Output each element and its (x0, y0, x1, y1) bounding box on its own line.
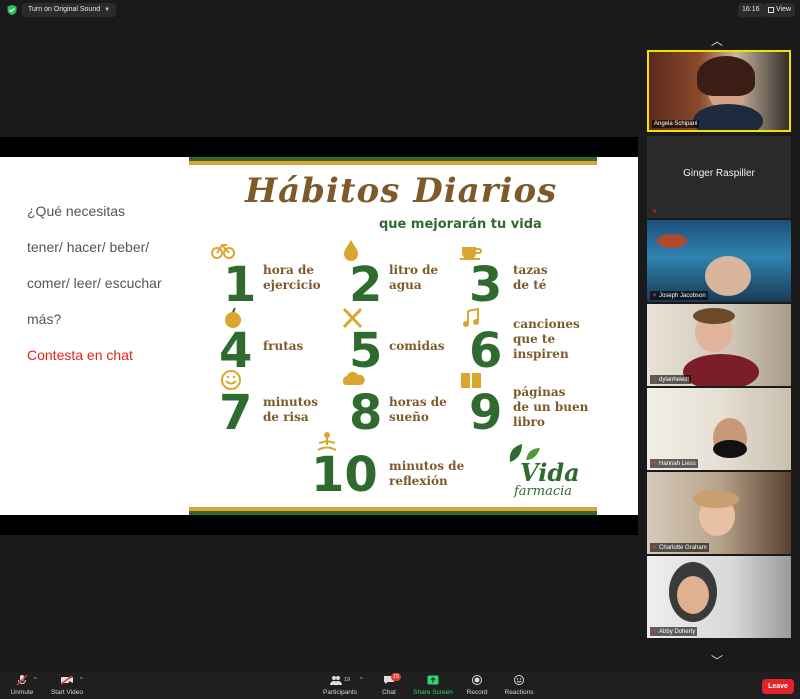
video-options-caret-icon[interactable]: ^ (80, 677, 83, 683)
habit-number: 7 (219, 385, 253, 441)
habit-label: páginas de un buen libro (513, 385, 589, 429)
habit-number: 4 (219, 323, 253, 379)
participant-name: ✕ Charlotte Graham (650, 543, 709, 552)
grid-icon (768, 7, 774, 13)
muted-mic-icon: ✕ (652, 629, 658, 635)
chat-prompt: Contesta en chat (27, 347, 133, 363)
reactions-label: Reactions (504, 689, 534, 696)
muted-mic-icon: ✕ (652, 461, 658, 467)
participant-tile[interactable]: ✕ Charlotte Graham (647, 472, 791, 554)
participants-button[interactable]: 19 Participants (320, 672, 360, 699)
muted-mic-icon: ✕ (652, 545, 658, 551)
shield-check-icon[interactable] (6, 4, 18, 16)
share-screen-icon (427, 675, 439, 685)
share-screen-label: Share Screen (413, 689, 453, 696)
participant-tile[interactable]: ✕ Joseph Jacobson (647, 220, 791, 302)
start-video-label: Start Video (50, 689, 84, 696)
shared-screen: ¿Qué necesitas tener/ hacer/ beber/ come… (0, 137, 638, 535)
question-line-4: más? (27, 311, 62, 327)
habit-label: tazas de té (513, 263, 548, 292)
participant-tile[interactable]: ✕ dylanhewitt (647, 304, 791, 386)
reactions-button[interactable]: Reactions (502, 672, 536, 699)
zoom-meeting-window: Turn on Original Sound ▼ 16:16 View ¿Qué… (0, 0, 800, 699)
poster-subtitle: que mejorarán tu vida (379, 217, 542, 232)
logo-sub-text: farmacia (514, 484, 573, 499)
participant-big-name: Ginger Raspiller (683, 168, 755, 179)
muted-mic-icon: ✕ (652, 377, 658, 383)
meeting-time: 16:16 (738, 3, 764, 17)
slide: ¿Qué necesitas tener/ hacer/ beber/ come… (0, 157, 638, 515)
view-button[interactable]: View (764, 3, 796, 17)
habits-poster: Hábitos Diarios que mejorarán tu vida 1 … (189, 157, 597, 515)
vida-farmacia-logo: Vida farmacia (504, 442, 584, 502)
record-button[interactable]: Record (464, 672, 490, 699)
habit-label: frutas (263, 339, 304, 353)
leave-button[interactable]: Leave (762, 679, 794, 694)
participant-name: ✕ Abby Doherty (650, 627, 698, 636)
question-line-2: tener/ hacer/ beber/ (27, 239, 150, 255)
record-icon (472, 675, 482, 685)
participant-name: ✕ Hannah Liess (650, 459, 698, 468)
chevron-down-icon[interactable]: ﹀ (711, 652, 723, 669)
participant-name: ✕ Joseph Jacobson (650, 291, 708, 300)
participants-options-caret-icon[interactable]: ^ (360, 677, 363, 683)
habit-label: horas de sueño (389, 395, 447, 424)
unmute-label: Unmute (10, 689, 34, 696)
habit-label: minutos de risa (263, 395, 319, 424)
top-bar: Turn on Original Sound ▼ 16:16 View (0, 0, 800, 20)
original-sound-toggle[interactable]: Turn on Original Sound ▼ (22, 3, 117, 17)
muted-mic-icon: ✕ (652, 209, 658, 215)
record-label: Record (466, 689, 488, 696)
habit-number: 3 (469, 257, 503, 313)
poster-title: Hábitos Diarios (245, 171, 558, 211)
habit-number: 5 (349, 323, 383, 379)
reactions-smiley-icon (514, 675, 524, 685)
original-sound-label: Turn on Original Sound (28, 6, 101, 13)
habit-number: 8 (349, 385, 383, 441)
participant-tile[interactable]: Angela Schipani (647, 50, 791, 132)
video-camera-off-icon (60, 675, 73, 685)
meeting-toolbar: Unmute ^ Start Video ^ 19 Participants ^… (0, 672, 800, 699)
view-label: View (776, 6, 792, 13)
habit-number: 2 (349, 257, 383, 313)
habit-label: hora de ejercicio (263, 263, 321, 292)
poster-top-stripe (189, 157, 597, 165)
logo-main-text: Vida (520, 458, 580, 487)
question-line-1: ¿Qué necesitas (27, 203, 126, 219)
participant-gallery: ︿ Angela Schipani Ginger Raspiller ✕ ✕ Jo… (645, 30, 793, 670)
habit-label: minutos de reflexión (389, 459, 465, 488)
participant-tile[interactable]: ✕ Hannah Liess (647, 388, 791, 470)
habit-number: 1 (223, 257, 257, 313)
habit-number: 6 (469, 323, 503, 379)
chat-label: Chat (382, 689, 396, 696)
habit-number: 10 (311, 447, 378, 503)
caret-down-icon[interactable]: ▼ (104, 3, 110, 17)
participants-label: Participants (323, 689, 357, 696)
habit-label: comidas (389, 339, 445, 353)
habit-number: 9 (469, 385, 503, 441)
question-line-3: comer/ leer/ escuchar (27, 275, 162, 291)
participant-name: ✕ dylanhewitt (650, 375, 692, 384)
habit-label: canciones que te inspiren (513, 317, 580, 361)
poster-bottom-stripe (189, 507, 597, 515)
participant-tile[interactable]: Ginger Raspiller ✕ (647, 136, 791, 218)
share-screen-button[interactable]: Share Screen (412, 672, 454, 699)
chat-unread-badge: 15 (391, 673, 402, 681)
chat-button[interactable]: 15 Chat (378, 672, 402, 699)
microphone-muted-icon (16, 674, 28, 686)
habit-label: litro de agua (389, 263, 439, 292)
chevron-up-icon[interactable]: ︿ (711, 32, 723, 49)
participant-tile[interactable]: ✕ Abby Doherty (647, 556, 791, 638)
participants-icon (329, 676, 342, 685)
unmute-button[interactable]: Unmute (8, 672, 36, 699)
participant-name: Angela Schipani (652, 120, 700, 128)
participants-count: 19 (343, 677, 351, 683)
muted-mic-icon: ✕ (652, 293, 658, 299)
audio-options-caret-icon[interactable]: ^ (34, 677, 37, 683)
